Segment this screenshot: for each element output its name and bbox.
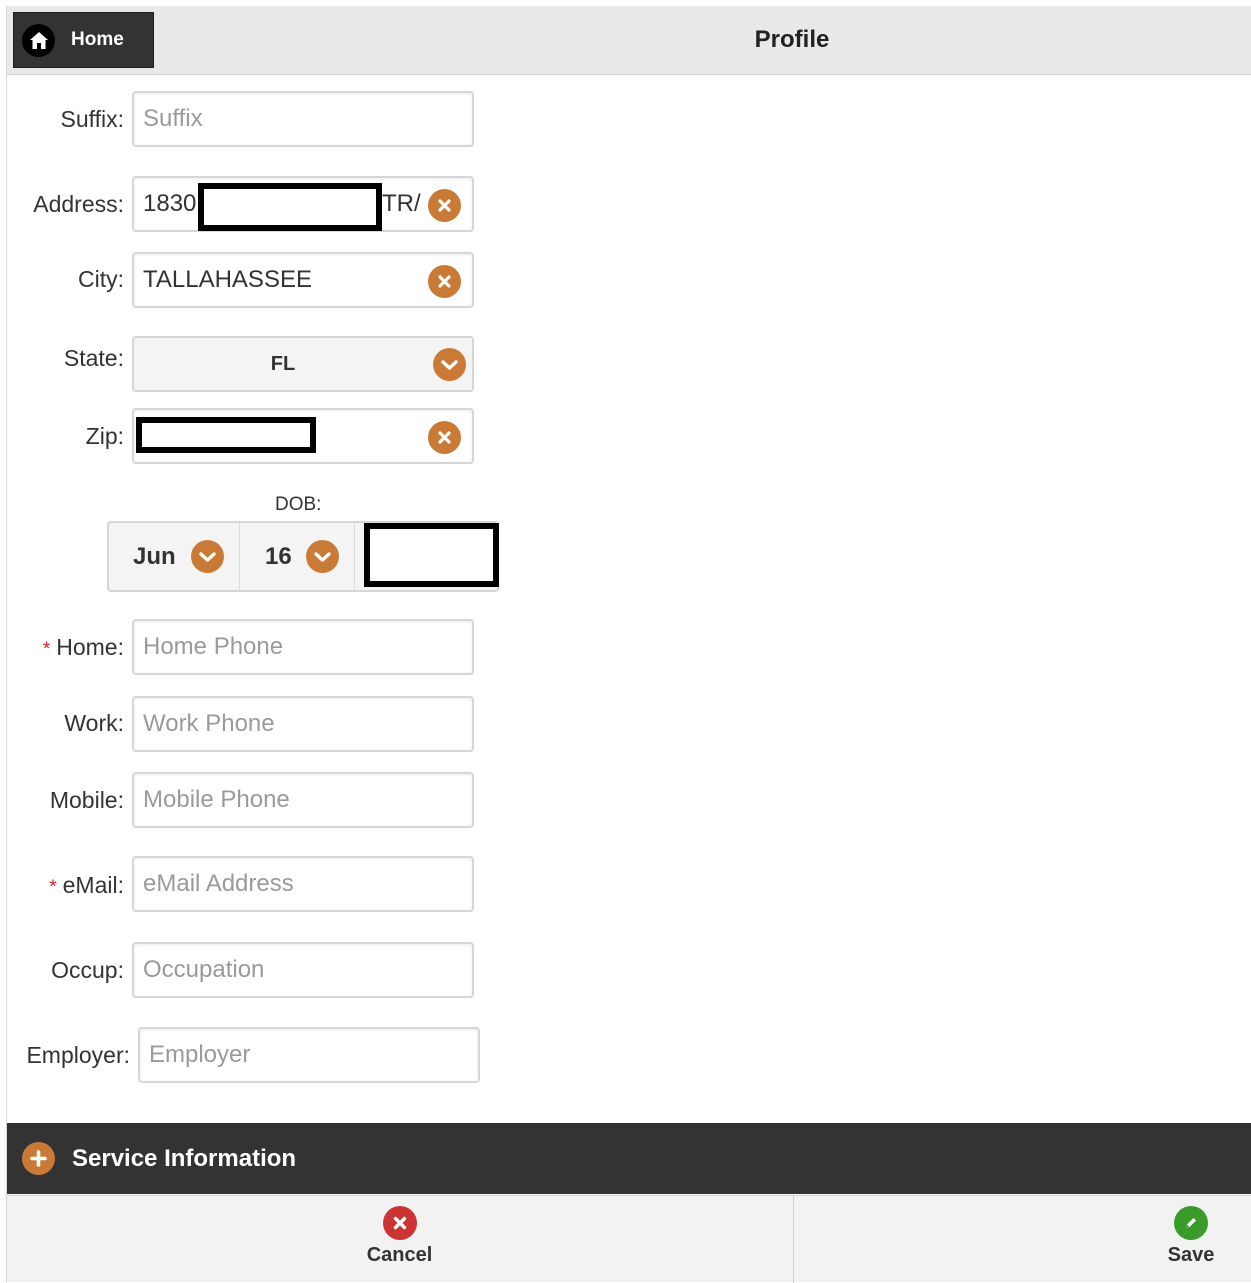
dob-picker: Jun 16: [107, 521, 499, 592]
profile-page: Home Profile Suffix: Address: 1830 TR/ C…: [6, 6, 1251, 1283]
dob-month-value: Jun: [133, 543, 176, 570]
dob-label: DOB:: [275, 494, 322, 515]
state-select[interactable]: FL: [132, 336, 474, 392]
header-bar: Home Profile: [7, 6, 1251, 75]
redaction-box: [364, 523, 499, 587]
chevron-down-icon: [191, 540, 224, 573]
clear-icon[interactable]: [428, 421, 461, 454]
occupation-field[interactable]: [132, 942, 474, 998]
address-value-suffix: TR/: [382, 190, 421, 217]
zip-field[interactable]: [132, 408, 474, 464]
occupation-input[interactable]: [143, 944, 423, 996]
cancel-icon: [382, 1206, 417, 1240]
dob-day-select[interactable]: 16: [240, 523, 355, 590]
address-field[interactable]: 1830 TR/: [132, 176, 474, 232]
home-phone-field[interactable]: [132, 619, 474, 675]
email-label: * eMail:: [7, 872, 124, 899]
page-title: Profile: [754, 26, 830, 53]
employer-label: Employer:: [26, 1042, 130, 1068]
state-value: FL: [270, 353, 296, 375]
employer-input[interactable]: [149, 1029, 429, 1081]
chevron-down-icon: [306, 540, 339, 573]
work-phone-input[interactable]: [143, 698, 423, 750]
email-input[interactable]: [143, 858, 423, 910]
mobile-phone-field[interactable]: [132, 772, 474, 828]
pencil-icon: [1174, 1206, 1208, 1240]
chevron-down-icon: [433, 348, 466, 381]
dob-month-select[interactable]: Jun: [109, 523, 240, 590]
home-phone-input[interactable]: [143, 621, 423, 673]
home-phone-label: * Home:: [7, 634, 124, 661]
dob-day-value: 16: [265, 543, 292, 570]
address-label: Address:: [33, 191, 124, 217]
required-marker: *: [42, 639, 51, 660]
footer-divider: [793, 1196, 794, 1283]
service-information-toggle[interactable]: Service Information: [7, 1123, 1251, 1194]
city-value: TALLAHASSEE: [143, 266, 312, 293]
save-label: Save: [1167, 1244, 1215, 1266]
city-field[interactable]: TALLAHASSEE: [132, 252, 474, 308]
clear-icon[interactable]: [428, 189, 461, 222]
suffix-field[interactable]: [132, 91, 474, 147]
state-label: State:: [63, 345, 124, 371]
home-phone-label-text: Home:: [56, 634, 124, 660]
cancel-label: Cancel: [366, 1244, 433, 1266]
required-marker: *: [49, 877, 57, 898]
clear-icon[interactable]: [428, 265, 461, 298]
occupation-label: Occup:: [51, 957, 124, 983]
redaction-box: [136, 417, 316, 453]
address-value-prefix: 1830: [143, 190, 197, 217]
email-label-text: eMail:: [62, 872, 124, 898]
footer-bar: Cancel Save: [7, 1195, 1251, 1283]
work-phone-label: Work:: [64, 710, 124, 736]
employer-field[interactable]: [138, 1027, 480, 1083]
suffix-label: Suffix:: [60, 106, 125, 132]
email-field[interactable]: [132, 856, 474, 912]
city-label: City:: [78, 266, 124, 292]
service-information-label: Service Information: [72, 1144, 297, 1172]
suffix-input[interactable]: [143, 93, 423, 145]
save-button[interactable]: Save: [1147, 1206, 1235, 1267]
plus-icon: [22, 1142, 55, 1175]
work-phone-field[interactable]: [132, 696, 474, 752]
redaction-box: [198, 183, 382, 231]
cancel-button[interactable]: Cancel: [347, 1206, 452, 1267]
mobile-phone-input[interactable]: [143, 774, 423, 826]
mobile-phone-label: Mobile:: [49, 787, 124, 813]
zip-label: Zip:: [85, 423, 124, 449]
